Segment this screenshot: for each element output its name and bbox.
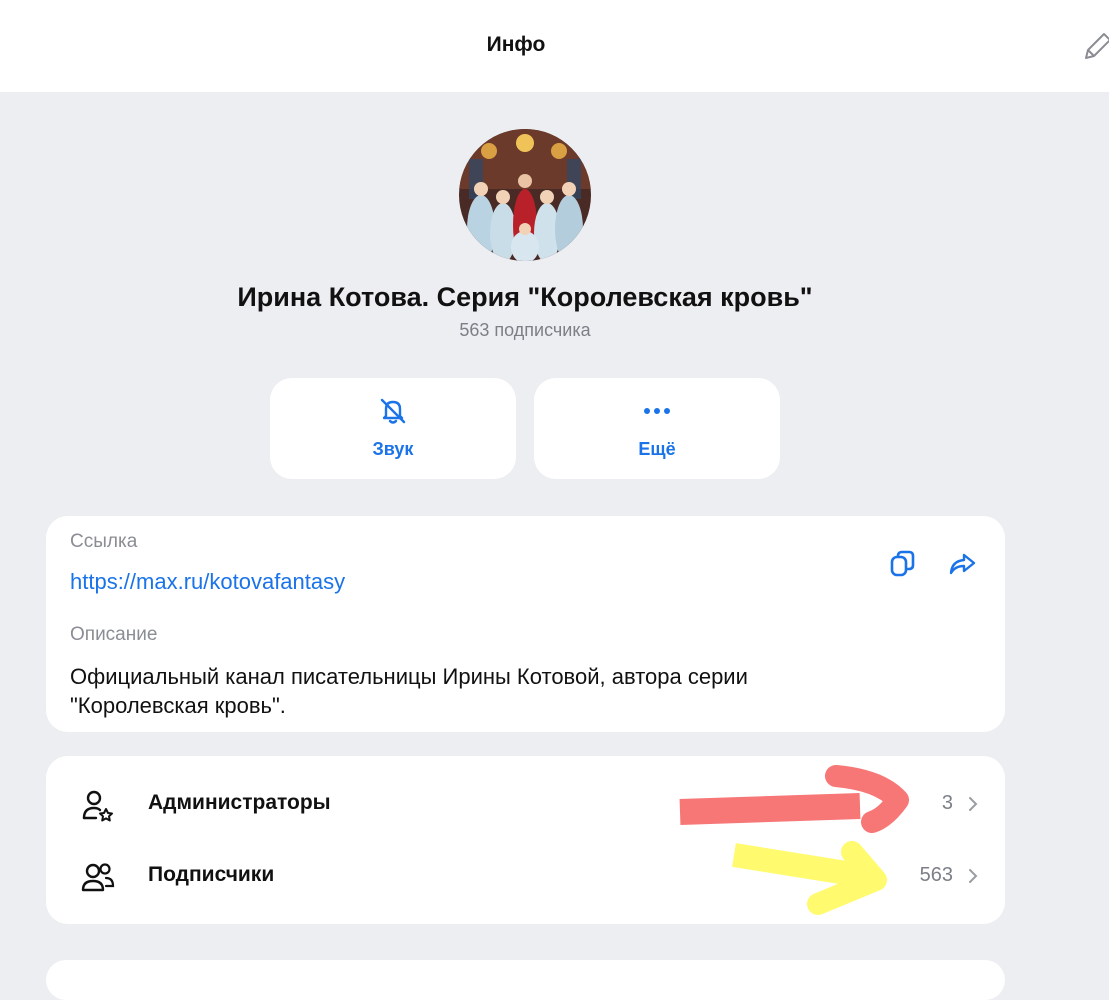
subscribers-icon [81,863,115,892]
more-button-label: Ещё [638,439,676,459]
bell-off-icon [380,398,406,424]
admins-row[interactable]: Администраторы 3 [46,768,1005,840]
admins-label: Администраторы [148,791,331,814]
subscribers-count: 563 [919,864,953,886]
channel-link[interactable]: https://max.ru/kotovafantasy [70,569,345,595]
edit-button[interactable] [1080,30,1109,62]
subscriber-count: 563 подписчика [459,320,591,340]
chevron-right-icon [969,869,978,883]
more-dots-icon [644,408,670,414]
admins-count: 3 [941,792,953,814]
pencil-icon [1085,33,1109,59]
sound-button[interactable]: Звук [270,378,516,479]
copy-link-button[interactable] [888,549,918,579]
copy-icon [890,550,915,577]
chevron-right-icon [969,797,978,811]
channel-info-card: Ссылка https://max.ru/kotovafantasy Опис… [46,516,1005,732]
share-arrow-icon [949,553,976,575]
channel-description: Официальный канал писательницы Ирины Кот… [70,664,748,718]
page-title: Инфо [486,33,546,56]
admin-icon [82,790,113,822]
members-card: Администраторы 3 Подписчики 563 [46,756,1005,924]
subscribers-label: Подписчики [148,863,275,886]
top-bar: Инфо [0,0,1109,92]
share-link-button[interactable] [947,549,977,579]
more-button[interactable]: Ещё [534,378,780,479]
channel-avatar[interactable] [459,129,591,261]
subscribers-row[interactable]: Подписчики 563 [46,840,1005,912]
avatar-image [459,129,591,261]
description-label: Описание [70,624,158,645]
link-label: Ссылка [70,531,138,552]
channel-name: Ирина Котова. Серия "Королевская кровь" [237,282,813,312]
sound-button-label: Звук [372,439,414,459]
next-card [46,960,1005,1000]
